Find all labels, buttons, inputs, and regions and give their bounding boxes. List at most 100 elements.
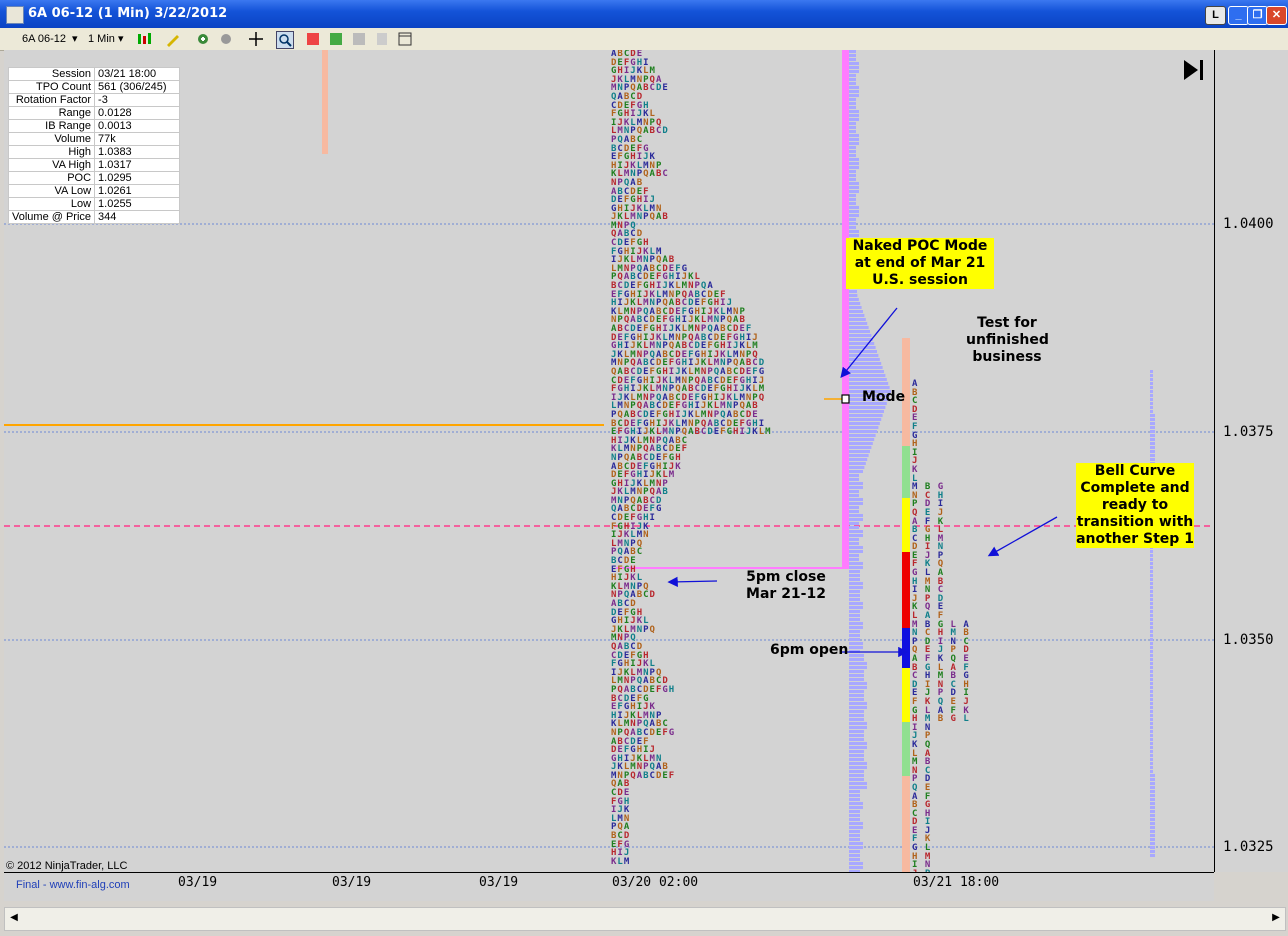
volume-bar [1150,406,1153,409]
volume-bar [849,150,856,153]
volume-bar [849,558,859,561]
volume-bar [1150,730,1153,733]
volume-bar [1150,638,1153,641]
chart-style-icon[interactable] [328,31,344,47]
volume-bar [1150,374,1153,377]
volume-bar [1150,418,1155,421]
volume-bar [1150,750,1153,753]
volume-bar [849,474,859,477]
restore-button[interactable]: ❐ [1247,6,1268,25]
link-button[interactable]: L [1205,6,1226,25]
draw-pencil-icon[interactable] [165,31,181,47]
volume-bar [1150,854,1155,857]
volume-bar [849,694,864,697]
volume-bar [1150,458,1155,461]
volume-bar [849,590,860,593]
volume-bar [849,830,860,833]
volume-bar [849,502,863,505]
volume-profile-right [1150,370,1155,857]
volume-bar [849,310,863,313]
volume-bar [849,362,882,365]
volume-bar [849,526,859,529]
volume-bar [849,574,860,577]
volume-bar [849,290,857,293]
interval-selector[interactable]: 1 Min [88,31,115,47]
volume-bar [1150,410,1153,413]
template-icon[interactable] [374,31,390,47]
volume-bar [849,838,860,841]
remove-indicator-icon[interactable] [218,31,234,47]
horizontal-scrollbar[interactable]: ◀ ▶ [4,907,1286,931]
bar-type-icon[interactable] [136,31,152,47]
poc-marker [841,394,850,404]
volume-bar [849,582,863,585]
volume-bar [849,826,863,829]
volume-bar [849,562,863,565]
volume-bar [849,782,867,785]
scroll-right-icon[interactable]: ▶ [1269,910,1283,926]
volume-bar [849,702,867,705]
volume-bar [849,534,863,537]
volume-bar [849,794,860,797]
volume-bar [849,146,856,149]
volume-bar [849,790,860,793]
volume-bar [1150,450,1155,453]
stat-value: 1.0261 [94,184,181,198]
volume-bar [849,658,864,661]
volume-bar [849,130,856,133]
volume-bar [849,318,866,321]
volume-bar [849,666,867,669]
properties-icon[interactable] [351,31,367,47]
volume-bar [1150,582,1153,585]
volume-bar [849,74,856,77]
volume-bar [1150,390,1153,393]
volume-bar [849,98,856,101]
stat-label: VA Low [7,184,96,198]
stat-row: Low 1.0255 [7,197,181,211]
close-button[interactable]: ✕ [1266,6,1287,25]
stat-label: TPO Count [7,80,96,94]
volume-bar [849,170,856,173]
minimize-button[interactable]: _ [1228,6,1249,25]
add-indicator-icon[interactable] [195,31,211,47]
volume-bar [849,198,856,201]
stat-label: Low [7,197,96,211]
interval-dropdown-icon[interactable]: ▾ [118,31,124,47]
session-stats-table: Session 03/21 18:00 TPO Count 561 (306/245)… [7,67,181,224]
zoom-icon[interactable] [276,31,294,49]
volume-bar [1150,822,1155,825]
stat-row: VA Low 1.0261 [7,184,181,198]
volume-bar [849,234,859,237]
stat-row: IB Range 0.0013 [7,119,181,133]
instrument-dropdown-icon[interactable]: ▾ [72,31,78,47]
stat-value: 0.0128 [94,106,181,120]
volume-bar [849,178,856,181]
volume-bar [849,338,873,341]
volume-bar [1150,602,1153,605]
volume-bar [1150,618,1153,621]
volume-bar [849,710,864,713]
volume-bar [1150,726,1153,729]
stat-row: VA High 1.0317 [7,158,181,172]
volume-bar [849,434,876,437]
bell-curve-note: Bell Curve Complete and ready to transit… [1076,463,1194,548]
scroll-left-icon[interactable]: ◀ [7,910,21,926]
open-note: 6pm open [770,642,849,658]
instrument-selector[interactable]: 6A 06-12 [22,31,66,47]
volume-bar [849,430,877,433]
volume-bar [1150,666,1153,669]
ib-green-bottom [902,722,910,776]
volume-bar [849,514,863,517]
crosshair-icon[interactable] [248,31,264,47]
volume-bar [849,858,860,861]
stat-value: 1.0295 [94,171,181,185]
time-label: 03/19 [178,875,218,890]
volume-bar [849,422,880,425]
window-layout-icon[interactable] [397,31,413,47]
volume-bar [849,530,863,533]
data-box-icon[interactable] [305,31,321,47]
volume-bar [849,114,859,117]
chart-panel[interactable]: ABCDE DEFGHI GHIJKLM JKLMNPQA MNPQABCDE … [4,50,1214,872]
time-label: 03/21 18:00 [913,875,1000,890]
volume-bar [849,510,859,513]
